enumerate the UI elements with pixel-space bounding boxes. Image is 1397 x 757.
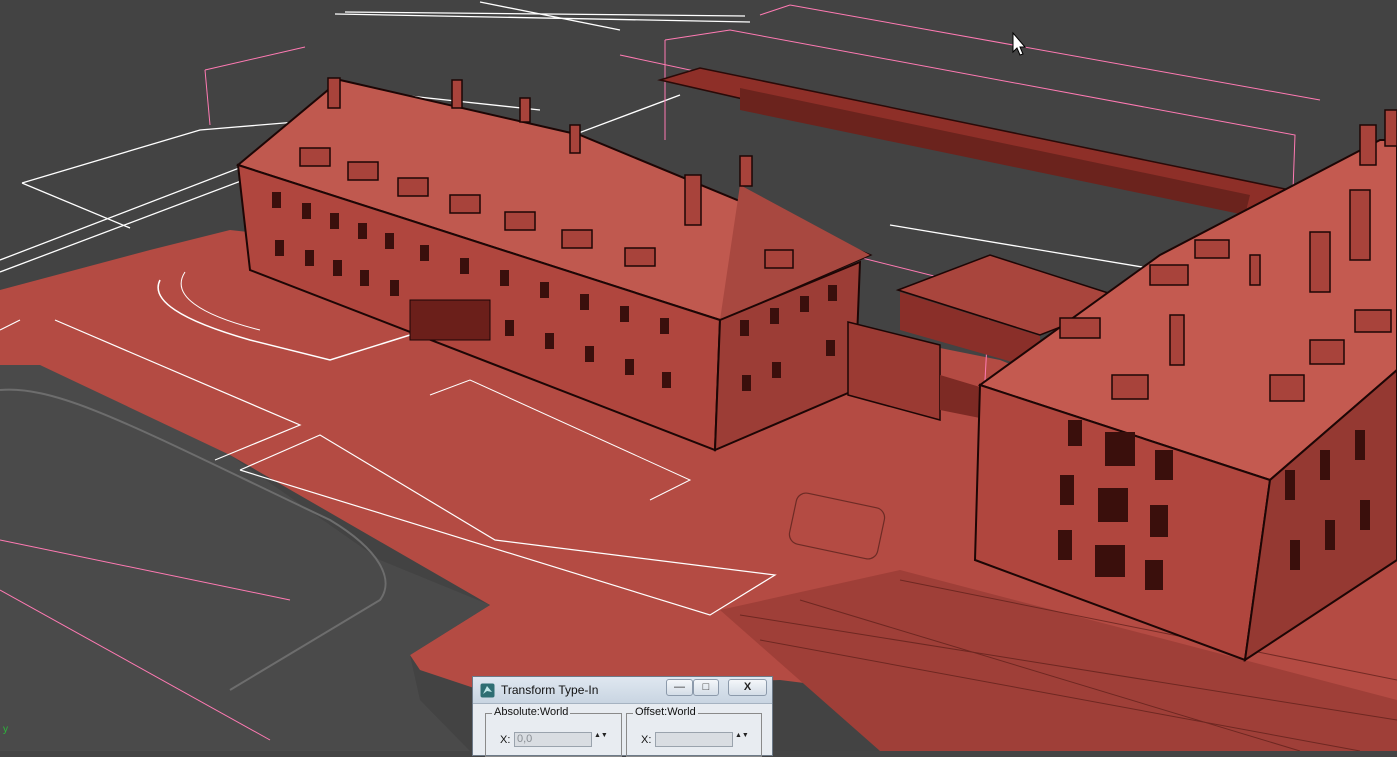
3d-viewport[interactable] [0,0,1397,751]
maximize-button[interactable]: □ [693,679,719,696]
close-button[interactable]: X [728,679,767,696]
absolute-world-group: Absolute:World X: 0,0 ▲▼ [485,706,622,757]
spinner-icon: ▲▼ [735,732,749,739]
maximize-icon: □ [702,681,710,693]
offset-x-spinner[interactable]: ▲▼ [735,732,749,747]
transform-type-in-dialog[interactable]: Transform Type-In — □ X Absolute:World X… [472,676,773,757]
absolute-x-field[interactable]: 0,0 [514,732,592,747]
offset-x-label: X: [641,734,652,746]
absolute-x-label: X: [500,734,511,746]
axis-gizmo-label: y [3,724,8,735]
spinner-icon: ▲▼ [594,732,608,739]
minimize-button[interactable]: — [666,679,693,696]
absolute-world-label: Absolute:World [492,706,571,718]
app-3dsmax-icon [480,683,495,698]
offset-x-field[interactable] [655,732,733,747]
offset-world-label: Offset:World [633,706,698,718]
offset-world-group: Offset:World X: ▲▼ [626,706,762,757]
minimize-icon: — [674,681,685,693]
dialog-titlebar[interactable]: Transform Type-In — □ X [473,677,772,704]
absolute-x-spinner[interactable]: ▲▼ [594,732,608,747]
viewport-scene [0,0,1397,751]
close-icon: X [743,681,752,693]
dialog-title: Transform Type-In [501,683,599,697]
